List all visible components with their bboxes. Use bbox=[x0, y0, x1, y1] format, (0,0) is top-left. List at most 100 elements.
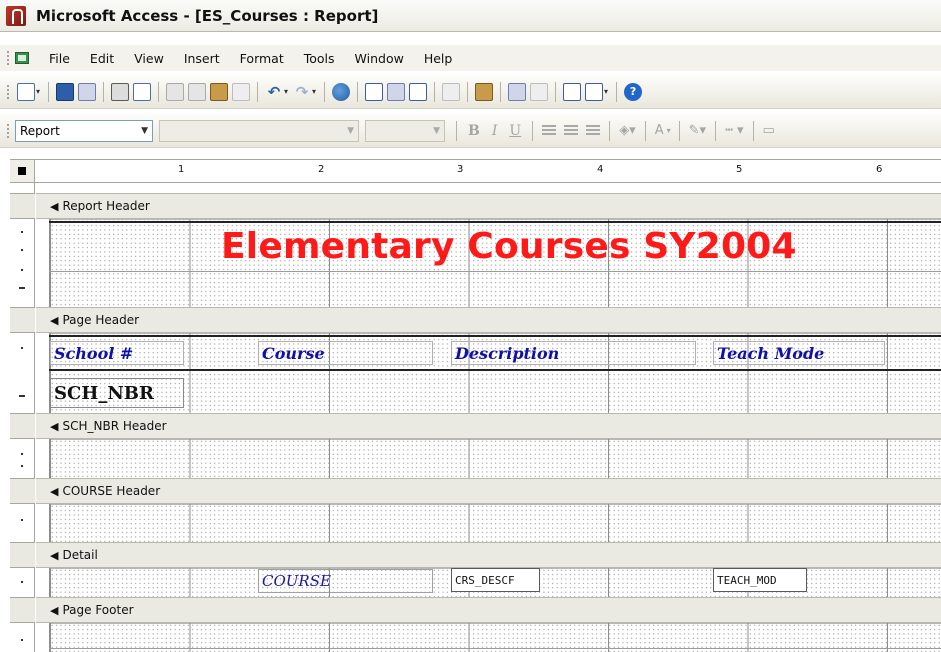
sch-nbr-header-grid[interactable] bbox=[49, 439, 941, 478]
course-header-selector[interactable] bbox=[10, 478, 35, 504]
toolbar-separator bbox=[456, 120, 457, 141]
font-color-button[interactable]: A bbox=[655, 123, 664, 138]
toolbar-separator bbox=[616, 81, 618, 102]
print-icon[interactable] bbox=[111, 82, 130, 101]
toolbox-icon[interactable] bbox=[387, 82, 406, 101]
page-header-selector[interactable] bbox=[10, 307, 35, 333]
fill-color-icon[interactable]: ◈▾ bbox=[619, 123, 636, 138]
report-header-bar[interactable]: ◀ Report Header bbox=[36, 193, 941, 219]
field-list-icon[interactable] bbox=[365, 82, 384, 101]
menu-edit[interactable]: Edit bbox=[90, 51, 114, 66]
teach-mode-textbox[interactable]: TEACH_MOD bbox=[713, 568, 807, 592]
course-label[interactable]: Course bbox=[258, 341, 433, 365]
menu-help[interactable]: Help bbox=[424, 51, 453, 66]
toolbar-grip-handle[interactable] bbox=[6, 83, 11, 100]
horizontal-ruler[interactable]: 1 2 3 4 5 6 bbox=[35, 160, 941, 182]
insert-hyperlink-icon[interactable] bbox=[332, 82, 351, 101]
vruler-tick bbox=[21, 231, 23, 233]
view-icon[interactable] bbox=[17, 82, 35, 101]
new-object-dropdown-icon[interactable]: ▾ bbox=[604, 87, 608, 96]
access-app-icon[interactable] bbox=[6, 5, 26, 26]
format-painter-icon[interactable] bbox=[232, 82, 251, 101]
italic-button[interactable]: I bbox=[492, 123, 498, 139]
code-icon[interactable] bbox=[475, 82, 494, 101]
toolbar-separator bbox=[158, 81, 160, 102]
course-header-grid[interactable] bbox=[49, 504, 941, 542]
sch-nbr-header-bar[interactable]: ◀ SCH_NBR Header bbox=[36, 413, 941, 439]
line-color-icon[interactable]: ✎▾ bbox=[689, 123, 706, 138]
special-effect-icon[interactable]: ▭ bbox=[763, 123, 775, 138]
menu-bar: File Edit View Insert Format Tools Windo… bbox=[0, 45, 941, 71]
font-size-combo[interactable]: ▼ bbox=[365, 119, 445, 142]
align-center-icon[interactable] bbox=[564, 124, 579, 137]
build-icon[interactable] bbox=[530, 82, 549, 101]
page-footer-bar[interactable]: ◀ Page Footer bbox=[36, 597, 941, 623]
undo-dropdown-icon[interactable]: ▾ bbox=[284, 87, 288, 96]
toolbar-separator bbox=[48, 81, 50, 102]
redo-dropdown-icon[interactable]: ▾ bbox=[312, 87, 316, 96]
menu-tools[interactable]: Tools bbox=[304, 51, 335, 66]
vruler-tick bbox=[21, 581, 23, 583]
menu-insert[interactable]: Insert bbox=[184, 51, 220, 66]
align-left-icon[interactable] bbox=[542, 124, 557, 137]
page-header-top-line bbox=[49, 335, 941, 337]
autoformat-icon[interactable] bbox=[442, 82, 461, 101]
help-icon[interactable]: ? bbox=[624, 82, 643, 101]
page-header-bar[interactable]: ◀ Page Header bbox=[36, 307, 941, 333]
database-window-icon[interactable] bbox=[563, 82, 582, 101]
new-object-icon[interactable] bbox=[585, 82, 604, 101]
ruler-number: 4 bbox=[596, 164, 605, 175]
teach-mode-label[interactable]: Teach Mode bbox=[713, 341, 885, 365]
course-header-bar[interactable]: ◀ COURSE Header bbox=[36, 478, 941, 504]
line-width-icon[interactable]: ┅ ▾ bbox=[725, 123, 743, 138]
save-icon[interactable] bbox=[56, 82, 75, 101]
menu-format[interactable]: Format bbox=[240, 51, 284, 66]
underline-button[interactable]: U bbox=[509, 123, 521, 139]
report-selector[interactable] bbox=[10, 160, 35, 182]
vruler-tick bbox=[19, 395, 25, 397]
sch-nbr-textbox[interactable]: SCH_NBR bbox=[50, 378, 184, 408]
properties-icon[interactable] bbox=[508, 82, 527, 101]
page-footer-line bbox=[49, 648, 941, 649]
report-header-selector[interactable] bbox=[10, 193, 35, 219]
crs-desc-textbox[interactable]: CRS_DESCF bbox=[451, 568, 540, 592]
redo-icon[interactable]: ↷ bbox=[293, 83, 311, 101]
toolbar-grip-handle[interactable] bbox=[6, 122, 11, 139]
report-title-label[interactable]: Elementary Courses SY2004 bbox=[218, 224, 798, 268]
view-dropdown-icon[interactable]: ▾ bbox=[36, 87, 40, 96]
menu-file[interactable]: File bbox=[49, 51, 70, 66]
copy-icon[interactable] bbox=[188, 82, 207, 101]
page-footer-selector[interactable] bbox=[10, 597, 35, 623]
toolbar-separator bbox=[555, 81, 557, 102]
paste-icon[interactable] bbox=[210, 82, 229, 101]
font-name-combo[interactable]: ▼ bbox=[159, 119, 359, 142]
course-textbox[interactable]: COURSE bbox=[258, 569, 433, 593]
toolbar-separator bbox=[357, 81, 359, 102]
detail-label: Detail bbox=[62, 548, 98, 562]
menu-window[interactable]: Window bbox=[355, 51, 404, 66]
ruler-number: 6 bbox=[875, 164, 884, 175]
report-header-label: Report Header bbox=[62, 199, 150, 213]
print-preview-icon[interactable] bbox=[133, 82, 152, 101]
sch-nbr-header-selector[interactable] bbox=[10, 413, 35, 439]
undo-icon[interactable]: ↶ bbox=[265, 83, 283, 101]
search-file-icon[interactable] bbox=[78, 82, 97, 101]
cut-icon[interactable] bbox=[166, 82, 185, 101]
document-window-icon[interactable] bbox=[15, 52, 29, 64]
toolbar-separator bbox=[644, 120, 646, 141]
bold-button[interactable]: B bbox=[468, 123, 480, 139]
sch-nbr-header-label: SCH_NBR Header bbox=[62, 419, 167, 433]
horizontal-ruler-row: 1 2 3 4 5 6 bbox=[10, 159, 941, 183]
object-select-combo[interactable]: Report ▼ bbox=[15, 119, 153, 142]
window-title: Microsoft Access - [ES_Courses : Report] bbox=[36, 6, 379, 25]
align-right-icon[interactable] bbox=[586, 124, 601, 137]
font-color-dropdown-icon[interactable]: ▾ bbox=[667, 126, 671, 135]
menu-view[interactable]: View bbox=[134, 51, 164, 66]
detail-selector[interactable] bbox=[10, 542, 35, 568]
sorting-grouping-icon[interactable] bbox=[409, 82, 428, 101]
report-header-top-line bbox=[49, 221, 941, 223]
menu-grip-handle[interactable] bbox=[6, 50, 11, 66]
detail-bar[interactable]: ◀ Detail bbox=[36, 542, 941, 568]
school-number-label[interactable]: School # bbox=[50, 341, 184, 365]
description-label[interactable]: Description bbox=[451, 341, 696, 365]
